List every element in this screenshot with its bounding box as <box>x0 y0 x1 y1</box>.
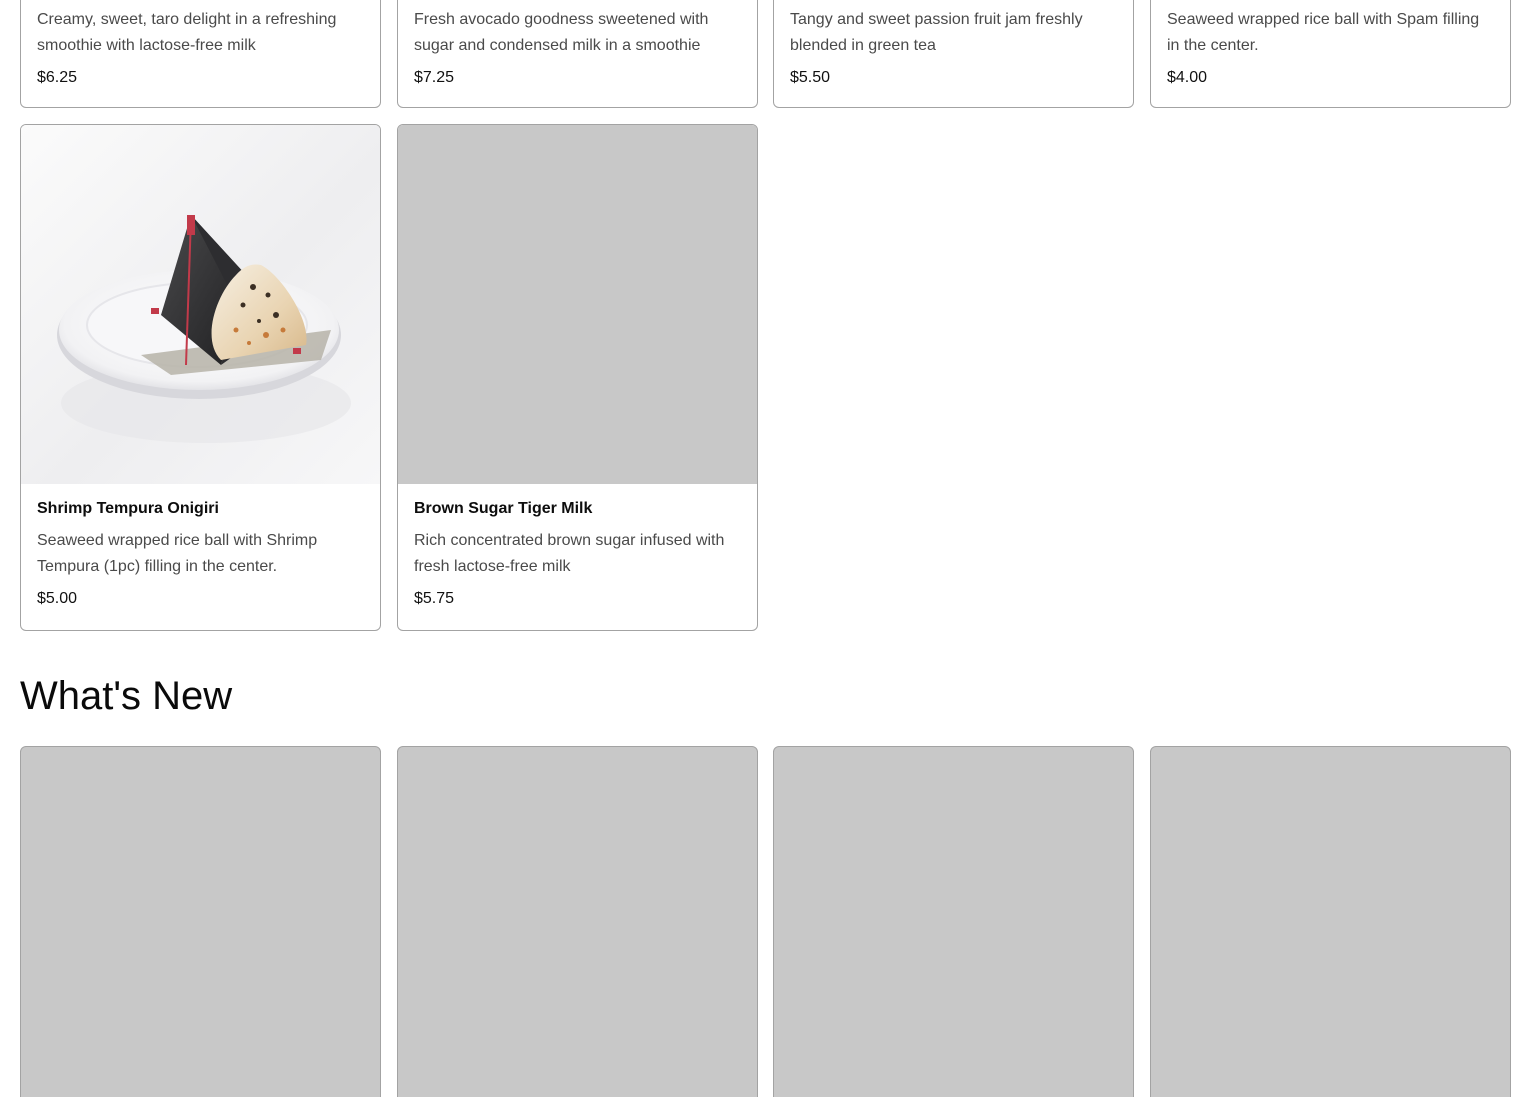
card-description: Tangy and sweet passion fruit jam freshl… <box>790 11 1083 54</box>
onigiri-photo <box>21 125 380 484</box>
menu-card[interactable]: Tangy and sweet passion fruit jam freshl… <box>773 0 1134 108</box>
onigiri-illustration <box>57 215 351 443</box>
card-price: $7.25 <box>414 69 455 86</box>
card-price: $6.25 <box>37 69 78 86</box>
menu-card-brown-sugar-tiger-milk[interactable]: Brown Sugar Tiger Milk Rich concentrated… <box>397 124 758 631</box>
card-price: $4.00 <box>1167 69 1208 86</box>
menu-card[interactable]: Creamy, sweet, taro delight in a refresh… <box>20 0 381 108</box>
card-title: Brown Sugar Tiger Milk <box>414 500 593 517</box>
menu-card-shrimp-tempura-onigiri[interactable]: Shrimp Tempura Onigiri Seaweed wrapped r… <box>20 124 381 631</box>
card-body: Seaweed wrapped rice ball with Spam fill… <box>1151 0 1510 88</box>
menu-page: Creamy, sweet, taro delight in a refresh… <box>0 0 1530 1097</box>
card-body: Creamy, sweet, taro delight in a refresh… <box>21 0 380 88</box>
whats-new-card[interactable] <box>20 746 381 1097</box>
card-body: Brown Sugar Tiger Milk Rich concentrated… <box>398 499 757 609</box>
card-body: Shrimp Tempura Onigiri Seaweed wrapped r… <box>21 499 380 609</box>
whats-new-card[interactable] <box>397 746 758 1097</box>
card-body: Tangy and sweet passion fruit jam freshl… <box>774 0 1133 88</box>
image-placeholder <box>398 125 757 484</box>
menu-card[interactable]: Seaweed wrapped rice ball with Spam fill… <box>1150 0 1511 108</box>
card-description: Creamy, sweet, taro delight in a refresh… <box>37 11 337 54</box>
card-title: Shrimp Tempura Onigiri <box>37 500 219 517</box>
card-price: $5.50 <box>790 69 831 86</box>
card-description: Fresh avocado goodness sweetened with su… <box>414 11 709 54</box>
card-price: $5.00 <box>37 590 78 607</box>
card-description: Rich concentrated brown sugar infused wi… <box>414 532 725 575</box>
card-description: Seaweed wrapped rice ball with Shrimp Te… <box>37 532 318 575</box>
card-body: Fresh avocado goodness sweetened with su… <box>398 0 757 88</box>
card-description: Seaweed wrapped rice ball with Spam fill… <box>1167 11 1480 54</box>
menu-card[interactable]: Fresh avocado goodness sweetened with su… <box>397 0 758 108</box>
whats-new-card[interactable] <box>1150 746 1511 1097</box>
card-price: $5.75 <box>414 590 455 607</box>
section-title-whats-new: What's New <box>20 674 233 718</box>
whats-new-card[interactable] <box>773 746 1134 1097</box>
